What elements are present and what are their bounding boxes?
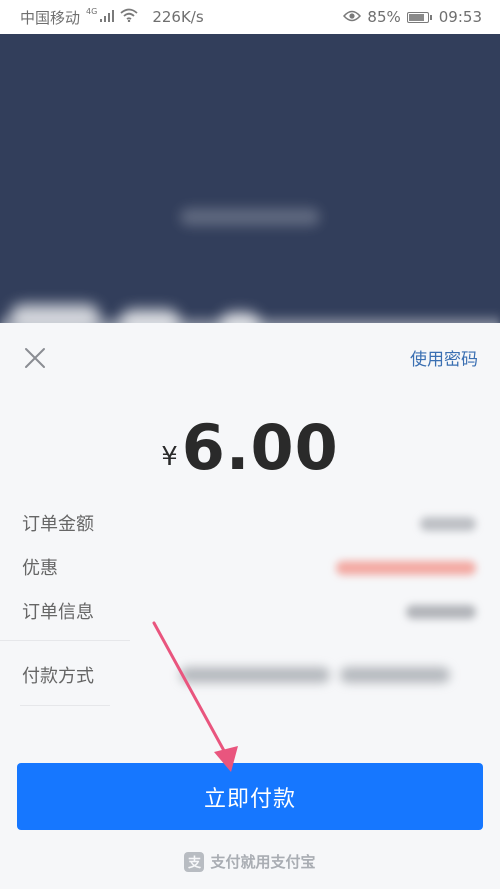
order-info-label: 订单信息 <box>22 602 94 623</box>
status-bar-right: 85% 09:53 <box>343 0 482 34</box>
blurred-backdrop <box>0 34 500 352</box>
payment-sheet: 使用密码 ¥6.00 订单金额 优惠 订单信息 付款方式 立即付款 支 支付就用… <box>0 323 500 889</box>
payment-method-detail <box>340 667 450 683</box>
footer-brand: 支 支付就用支付宝 <box>0 851 500 872</box>
carrier-name: 中国移动 <box>20 8 81 27</box>
order-info-value <box>406 605 476 619</box>
payment-method-label: 付款方式 <box>22 666 94 687</box>
use-password-link[interactable]: 使用密码 <box>410 345 478 370</box>
order-amount-value <box>420 517 476 531</box>
battery-percent: 85% <box>367 8 401 26</box>
divider <box>20 705 110 706</box>
eye-icon <box>343 8 362 26</box>
network-type: 4G <box>86 6 98 16</box>
signal-icon <box>100 8 115 26</box>
battery-fill <box>408 13 425 21</box>
status-bar: 中国移动 4G 226K/s 85% 09:53 <box>0 0 500 34</box>
payment-screen: 中国移动 4G 226K/s 85% 09:53 使用密码 ¥6.00 订单金额… <box>0 0 500 889</box>
amount-value: 6.00 <box>181 411 339 484</box>
payment-method-value[interactable] <box>180 667 330 683</box>
pay-now-button[interactable]: 立即付款 <box>17 763 483 830</box>
close-button[interactable] <box>18 341 52 375</box>
currency-symbol: ¥ <box>161 442 178 472</box>
footer-slogan: 支付就用支付宝 <box>210 853 316 871</box>
alipay-logo-icon: 支 <box>184 851 205 872</box>
network-speed: 226K/s <box>152 8 204 26</box>
battery-icon <box>406 11 432 23</box>
status-bar-left: 中国移动 4G 226K/s <box>20 0 204 34</box>
clock: 09:53 <box>438 8 482 26</box>
divider <box>0 640 130 641</box>
blurred-backdrop-text <box>180 208 320 226</box>
discount-label: 优惠 <box>22 558 58 579</box>
order-amount-label: 订单金额 <box>22 514 94 535</box>
discount-value <box>336 561 476 575</box>
wifi-icon <box>120 8 138 26</box>
payment-amount: ¥6.00 <box>0 411 500 484</box>
close-icon <box>25 348 45 368</box>
